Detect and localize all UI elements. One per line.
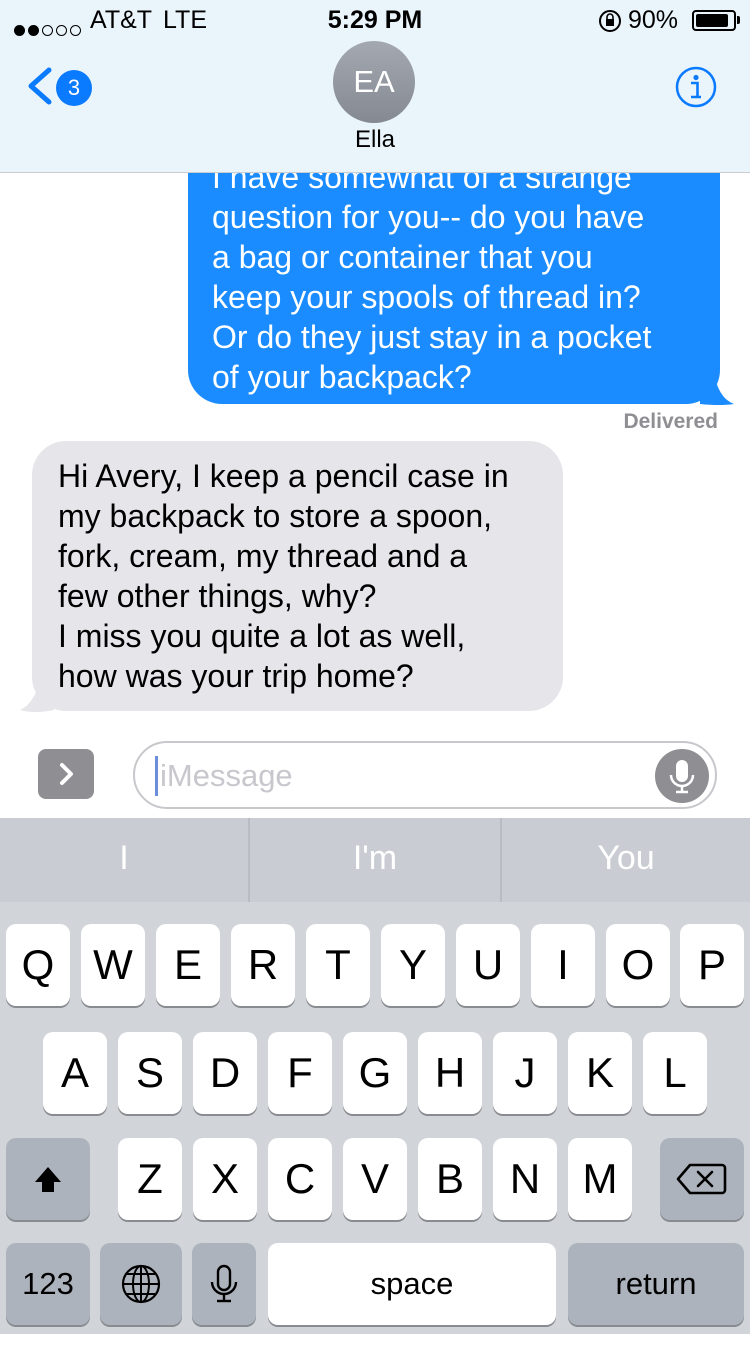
key-g[interactable]: G bbox=[343, 1032, 407, 1114]
shift-key[interactable] bbox=[6, 1138, 90, 1220]
prediction-suggestion[interactable]: I bbox=[0, 818, 248, 902]
message-line: Or do they just stay in a pocket bbox=[212, 319, 652, 355]
key-r[interactable]: R bbox=[231, 924, 295, 1006]
key-c[interactable]: C bbox=[268, 1138, 332, 1220]
backspace-icon bbox=[676, 1163, 727, 1195]
key-e[interactable]: E bbox=[156, 924, 220, 1006]
key-k[interactable]: K bbox=[568, 1032, 632, 1114]
prediction-suggestion[interactable]: You bbox=[502, 818, 750, 902]
key-v[interactable]: V bbox=[343, 1138, 407, 1220]
globe-icon bbox=[121, 1264, 161, 1304]
key-u[interactable]: U bbox=[456, 924, 520, 1006]
text-cursor bbox=[155, 756, 158, 796]
info-icon[interactable] bbox=[675, 66, 717, 108]
key-j[interactable]: J bbox=[493, 1032, 557, 1114]
key-x[interactable]: X bbox=[193, 1138, 257, 1220]
dictation-button[interactable] bbox=[655, 749, 709, 803]
delivery-status: Delivered bbox=[623, 410, 718, 433]
key-y[interactable]: Y bbox=[381, 924, 445, 1006]
dictation-key[interactable] bbox=[192, 1243, 256, 1325]
space-key[interactable]: space bbox=[268, 1243, 556, 1325]
orientation-lock-icon bbox=[599, 10, 621, 32]
numbers-key[interactable]: 123 bbox=[6, 1243, 90, 1325]
microphone-icon bbox=[210, 1264, 238, 1303]
microphone-icon bbox=[669, 760, 695, 794]
contact-name[interactable]: Ella bbox=[275, 126, 475, 154]
status-bar: AT&T LTE 5:29 PM 90% bbox=[0, 0, 750, 40]
contact-avatar[interactable]: EA bbox=[333, 41, 415, 123]
globe-key[interactable] bbox=[100, 1243, 182, 1325]
message-line: my backpack to store a spoon, bbox=[58, 498, 492, 534]
prediction-suggestion[interactable]: I'm bbox=[250, 818, 500, 902]
key-i[interactable]: I bbox=[531, 924, 595, 1006]
signal-strength-icon bbox=[14, 14, 84, 43]
network-type: LTE bbox=[163, 6, 207, 34]
key-w[interactable]: W bbox=[81, 924, 145, 1006]
key-p[interactable]: P bbox=[680, 924, 744, 1006]
message-line: Hi Avery, I keep a pencil case in bbox=[58, 458, 509, 494]
message-line: few other things, why? bbox=[58, 578, 377, 614]
return-key[interactable]: return bbox=[568, 1243, 744, 1325]
message-line: fork, cream, my thread and a bbox=[58, 538, 468, 574]
message-line: question for you-- do you have bbox=[212, 199, 645, 235]
key-n[interactable]: N bbox=[493, 1138, 557, 1220]
message-line: of your backpack? bbox=[212, 359, 472, 395]
battery-tip bbox=[737, 16, 740, 24]
key-s[interactable]: S bbox=[118, 1032, 182, 1114]
received-bubble-tail bbox=[20, 680, 54, 712]
key-a[interactable]: A bbox=[43, 1032, 107, 1114]
key-h[interactable]: H bbox=[418, 1032, 482, 1114]
message-line: a bag or container that you bbox=[212, 239, 593, 275]
status-time: 5:29 PM bbox=[327, 6, 423, 34]
received-message-bubble[interactable]: Hi Avery, I keep a pencil case in my bac… bbox=[32, 441, 563, 711]
battery-percentage: 90% bbox=[628, 6, 679, 34]
battery-icon bbox=[692, 10, 736, 31]
message-line: keep your spools of thread in? bbox=[212, 279, 641, 315]
key-b[interactable]: B bbox=[418, 1138, 482, 1220]
message-input-placeholder: iMessage bbox=[160, 758, 293, 793]
chevron-right-icon bbox=[60, 763, 73, 785]
delete-key[interactable] bbox=[660, 1138, 744, 1220]
key-d[interactable]: D bbox=[193, 1032, 257, 1114]
shift-arrow-icon bbox=[35, 1167, 61, 1192]
key-f[interactable]: F bbox=[268, 1032, 332, 1114]
key-t[interactable]: T bbox=[306, 924, 370, 1006]
key-l[interactable]: L bbox=[643, 1032, 707, 1114]
key-m[interactable]: M bbox=[568, 1138, 632, 1220]
sent-bubble-tail bbox=[700, 372, 734, 405]
battery-level-fill bbox=[696, 14, 728, 27]
key-z[interactable]: Z bbox=[118, 1138, 182, 1220]
message-line: how was your trip home? bbox=[58, 658, 414, 694]
unread-count-badge[interactable]: 3 bbox=[56, 70, 92, 106]
message-line: I miss you quite a lot as well, bbox=[58, 618, 466, 654]
carrier-name: AT&T bbox=[90, 6, 153, 34]
key-q[interactable]: Q bbox=[6, 924, 70, 1006]
key-o[interactable]: O bbox=[606, 924, 670, 1006]
apps-button[interactable] bbox=[38, 749, 94, 799]
